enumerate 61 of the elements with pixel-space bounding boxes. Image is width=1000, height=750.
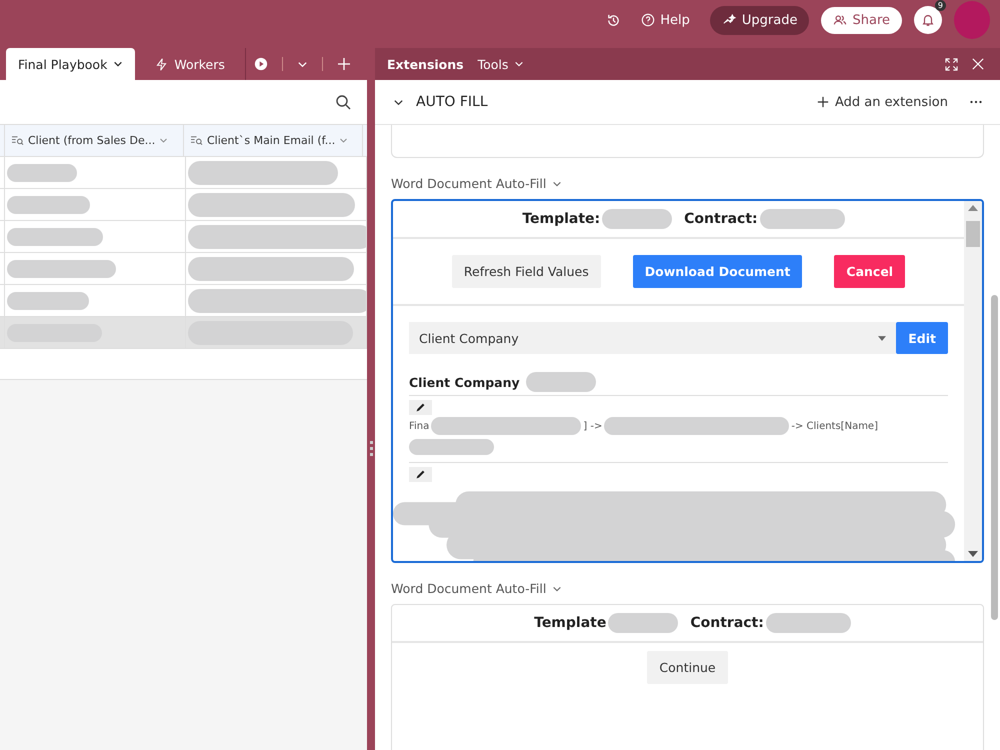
lookup-icon <box>11 135 24 146</box>
action-button[interactable]: Cancel <box>834 255 906 288</box>
extension-title: AUTO FILL <box>416 94 488 110</box>
help-icon <box>641 13 656 27</box>
play-icon[interactable] <box>254 57 268 71</box>
action-button[interactable]: Refresh Field Values <box>452 255 601 288</box>
search-icon[interactable] <box>335 94 351 110</box>
field-select[interactable]: Client Company <box>409 322 896 354</box>
caret-icon <box>339 136 348 145</box>
redaction-scribble <box>7 164 77 182</box>
resize-handle[interactable] <box>370 441 372 457</box>
lightning-icon <box>155 58 168 70</box>
scrollbar-thumb[interactable] <box>991 295 998 620</box>
scroll-up-icon[interactable] <box>968 205 978 211</box>
action-button[interactable]: Continue <box>647 651 728 684</box>
redaction-scribble <box>526 372 596 392</box>
action-button[interactable]: Download Document <box>632 255 802 288</box>
pencil-icon <box>415 469 426 480</box>
edit-button[interactable]: Edit <box>896 322 948 354</box>
caret-icon <box>878 336 886 340</box>
column-header[interactable]: Client`s Main Email (f... <box>184 125 363 156</box>
notification-badge: 9 <box>934 0 946 11</box>
plus-icon <box>816 96 829 108</box>
plus-icon[interactable] <box>336 57 351 71</box>
scrollbar[interactable] <box>964 201 982 561</box>
block-label[interactable]: Word Document Auto-Fill <box>391 581 562 596</box>
view-tab[interactable]: Workers <box>143 48 237 80</box>
column-header[interactable]: Client (from Sales De... <box>5 125 184 156</box>
template-label: Template <box>534 615 606 631</box>
pencil-icon <box>415 402 426 413</box>
template-label: Template: <box>522 211 600 227</box>
edit-icon-button[interactable] <box>409 400 432 415</box>
path-text: ] -> <box>583 420 602 432</box>
caret-icon <box>113 59 124 69</box>
people-icon <box>833 13 848 27</box>
add-extension-button[interactable]: Add an extension <box>816 94 948 110</box>
help-button[interactable]: Help <box>633 8 698 32</box>
caret-icon <box>514 59 524 69</box>
upgrade-button[interactable]: Upgrade <box>710 6 810 34</box>
block-label[interactable]: Word Document Auto-Fill <box>391 176 562 191</box>
path-text: Fina <box>409 420 430 432</box>
extensions-tab[interactable]: Extensions <box>387 56 464 72</box>
scroll-down-icon[interactable] <box>968 551 978 557</box>
field-heading: Client Company <box>409 374 520 390</box>
close-icon[interactable] <box>972 58 984 70</box>
redaction-scribble <box>602 209 672 229</box>
extensions-tab[interactable]: Tools <box>478 56 524 72</box>
caret-icon <box>159 136 168 145</box>
lookup-icon <box>190 135 203 146</box>
scrollbar-thumb[interactable] <box>966 221 980 247</box>
bell-icon <box>921 13 935 27</box>
share-button[interactable]: Share <box>821 6 902 34</box>
redaction-scribble <box>608 613 678 633</box>
expand-icon[interactable] <box>945 58 958 70</box>
path-text: -> Clients[Name] <box>791 420 878 432</box>
more-icon[interactable] <box>970 100 982 104</box>
contract-label: Contract: <box>684 211 758 227</box>
contract-label: Contract: <box>690 615 764 631</box>
history-icon[interactable] <box>606 12 622 28</box>
edit-icon-button[interactable] <box>409 467 432 482</box>
view-tab[interactable]: Final Playbook <box>6 48 136 80</box>
